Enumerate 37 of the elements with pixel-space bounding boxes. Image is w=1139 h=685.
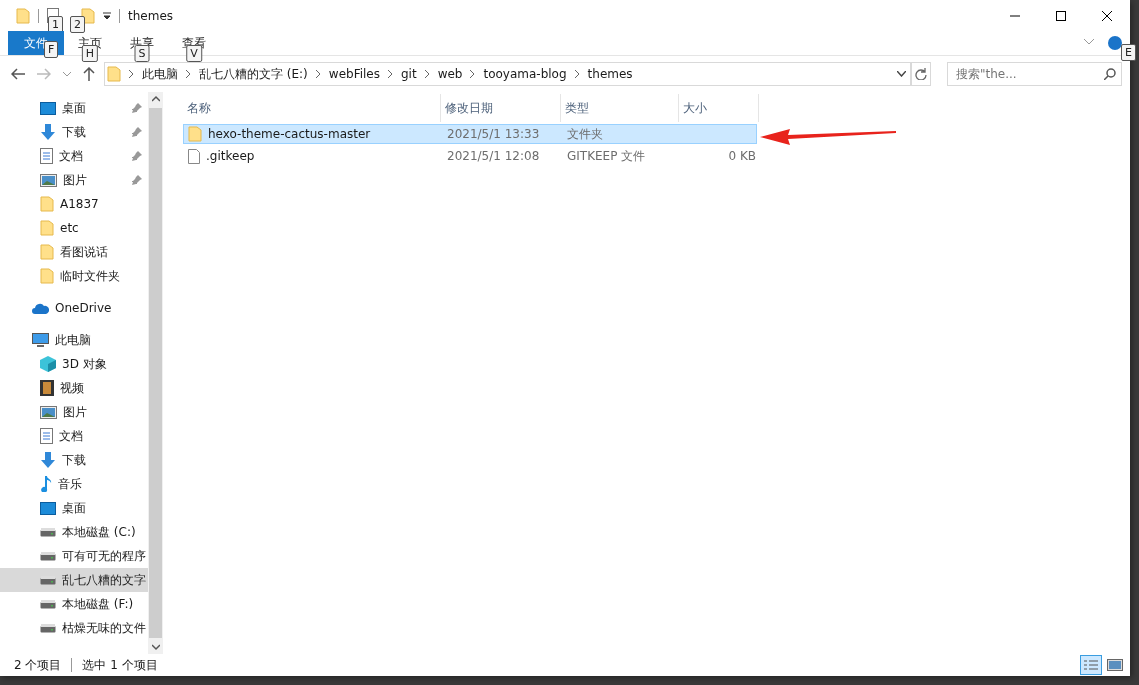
nav-label: 视频 <box>60 379 84 397</box>
nav-label: 桌面 <box>62 99 86 117</box>
keytip-tooltip: 2 <box>70 16 85 33</box>
table-cell-text: 2021/5/1 13:33 <box>446 127 541 141</box>
nav-label: 3D 对象 <box>62 355 107 373</box>
nav-label: 图片 <box>63 171 87 189</box>
nav-label: A1837 <box>60 197 99 211</box>
nav-label: OneDrive <box>55 301 112 315</box>
nav-label: 看图说话 <box>60 243 108 261</box>
table-cell-text: 2021/5/1 12:08 <box>446 149 541 163</box>
file-name: hexo-theme-cactus-master <box>208 127 371 141</box>
file-name: .gitkeep <box>206 149 255 163</box>
nav-label: 本地磁盘 (C:) <box>62 523 136 541</box>
keytip-tooltip: F <box>44 41 59 58</box>
nav-label: 乱七八糟的文字 <box>62 571 146 589</box>
nav-label: 图片 <box>63 403 87 421</box>
nav-label: 下载 <box>62 123 86 141</box>
nav-label: 枯燥无味的文件 <box>62 619 146 637</box>
nav-label: 文档 <box>59 147 83 165</box>
keytip-tooltip: V <box>186 45 202 62</box>
nav-label: 可有可无的程序 <box>62 547 146 565</box>
nav-label: 下载 <box>62 451 86 469</box>
nav-label: 本地磁盘 (F:) <box>62 595 134 613</box>
keytip-tooltip: E <box>1121 44 1136 61</box>
table-cell-text: 0 KB <box>727 149 756 163</box>
nav-label: 临时文件夹 <box>60 267 120 285</box>
keytip-tooltip: S <box>134 45 150 62</box>
item-count: 2 个项目 <box>14 656 62 674</box>
nav-label: 桌面 <box>62 499 86 517</box>
nav-label: etc <box>60 221 79 235</box>
table-cell-text: GITKEEP 文件 <box>566 147 647 165</box>
window-title: themes <box>128 8 174 23</box>
nav-label: 音乐 <box>58 475 82 493</box>
table-cell-text: 文件夹 <box>566 125 604 143</box>
selection-count: 选中 1 个项目 <box>82 656 158 674</box>
nav-label: 文档 <box>59 427 83 445</box>
nav-label: 此电脑 <box>55 331 91 349</box>
